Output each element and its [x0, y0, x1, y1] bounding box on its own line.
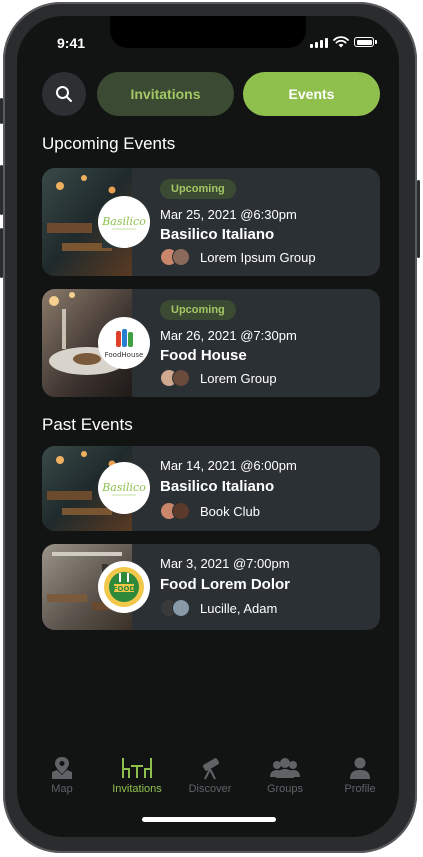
nav-item-groups[interactable]: Groups — [247, 756, 323, 795]
event-name: Basilico Italiano — [160, 226, 275, 243]
search-icon — [56, 86, 72, 102]
nav-label: Invitations — [112, 783, 162, 795]
svg-text:Basilico: Basilico — [101, 215, 146, 228]
mute-switch — [0, 98, 3, 124]
map-pin-icon — [52, 757, 72, 779]
avatar-stack — [160, 502, 192, 520]
upcoming-events-title: Upcoming Events — [42, 134, 176, 153]
nav-label: Map — [51, 783, 73, 795]
group-icon — [270, 758, 300, 778]
nav-item-profile[interactable]: Profile — [322, 756, 398, 795]
wifi-icon — [333, 36, 349, 48]
event-group: Book Club — [160, 502, 260, 520]
restaurant-logo: Basilico — [98, 462, 150, 514]
notch — [110, 16, 306, 48]
basilico-logo-icon: Basilico — [101, 215, 146, 230]
foodhouse-logo-icon: FoodHouse — [105, 329, 144, 359]
nav-item-invitations[interactable]: Invitations — [99, 756, 175, 795]
group-name: Lorem Ipsum Group — [200, 249, 316, 265]
event-group: Lorem Ipsum Group — [160, 248, 316, 266]
home-indicator[interactable] — [142, 817, 276, 822]
event-datetime: Mar 25, 2021 @6:30pm — [160, 207, 297, 222]
status-badge: Upcoming — [160, 300, 236, 320]
svg-text:FOOD: FOOD — [113, 585, 136, 593]
battery-icon — [354, 37, 374, 47]
status-time: 9:41 — [57, 35, 86, 51]
nav-label: Groups — [266, 783, 304, 795]
past-events-title: Past Events — [42, 415, 133, 434]
avatar — [172, 369, 190, 387]
event-name: Food Lorem Dolor — [160, 576, 290, 593]
restaurant-logo: FoodHouse — [98, 317, 150, 369]
event-group: Lorem Group — [160, 369, 277, 387]
status-badge: Upcoming — [160, 179, 236, 199]
telescope-icon — [203, 758, 219, 780]
avatar-stack — [160, 248, 192, 266]
volume-down-button — [0, 228, 3, 278]
avatar-stack — [160, 369, 192, 387]
event-card[interactable]: FOOD Mar 3, 2021 @7:00pm Food Lorem Dolo… — [42, 544, 380, 630]
event-card[interactable]: Basilico Mar 14, 2021 @6:00pm Basilico I… — [42, 446, 380, 531]
tab-invitations[interactable]: Invitations — [97, 72, 234, 116]
event-datetime: Mar 3, 2021 @7:00pm — [160, 556, 290, 571]
event-datetime: Mar 26, 2021 @7:30pm — [160, 328, 297, 343]
status-icons — [310, 36, 377, 48]
person-icon — [350, 757, 370, 779]
nav-label: Profile — [344, 783, 376, 795]
group-name: Lorem Group — [200, 370, 277, 386]
svg-text:Basilico: Basilico — [101, 481, 146, 494]
basilico-logo-icon: Basilico — [101, 481, 146, 496]
group-name: Lucille, Adam — [200, 600, 278, 616]
event-group: Lucille, Adam — [160, 599, 277, 617]
screen: 9:41 Invitations Events Upcoming Events — [17, 16, 399, 837]
svg-text:FoodHouse: FoodHouse — [105, 351, 144, 359]
bottom-nav: Map Invitations Discover Groups Profile — [17, 756, 399, 806]
event-name: Food House — [160, 347, 247, 364]
event-name: Basilico Italiano — [160, 478, 275, 495]
nav-label: Discover — [188, 783, 232, 795]
avatar — [172, 599, 190, 617]
restaurant-logo: FOOD — [98, 561, 150, 613]
restaurant-logo: Basilico — [98, 196, 150, 248]
group-name: Book Club — [200, 503, 260, 519]
nav-item-map[interactable]: Map — [24, 756, 100, 795]
avatar — [172, 248, 190, 266]
event-card[interactable]: Basilico Upcoming Mar 25, 2021 @6:30pm B… — [42, 168, 380, 276]
dining-table-icon — [122, 758, 152, 778]
tab-events[interactable]: Events — [243, 72, 380, 116]
avatar-stack — [160, 599, 192, 617]
search-button[interactable] — [42, 72, 86, 116]
power-button — [417, 180, 420, 258]
signal-icon — [310, 37, 328, 48]
event-datetime: Mar 14, 2021 @6:00pm — [160, 458, 297, 473]
event-card[interactable]: FoodHouse Upcoming Mar 26, 2021 @7:30pm … — [42, 289, 380, 397]
avatar — [172, 502, 190, 520]
nav-item-discover[interactable]: Discover — [172, 756, 248, 795]
food-logo-icon: FOOD — [104, 567, 144, 607]
volume-up-button — [0, 165, 3, 215]
